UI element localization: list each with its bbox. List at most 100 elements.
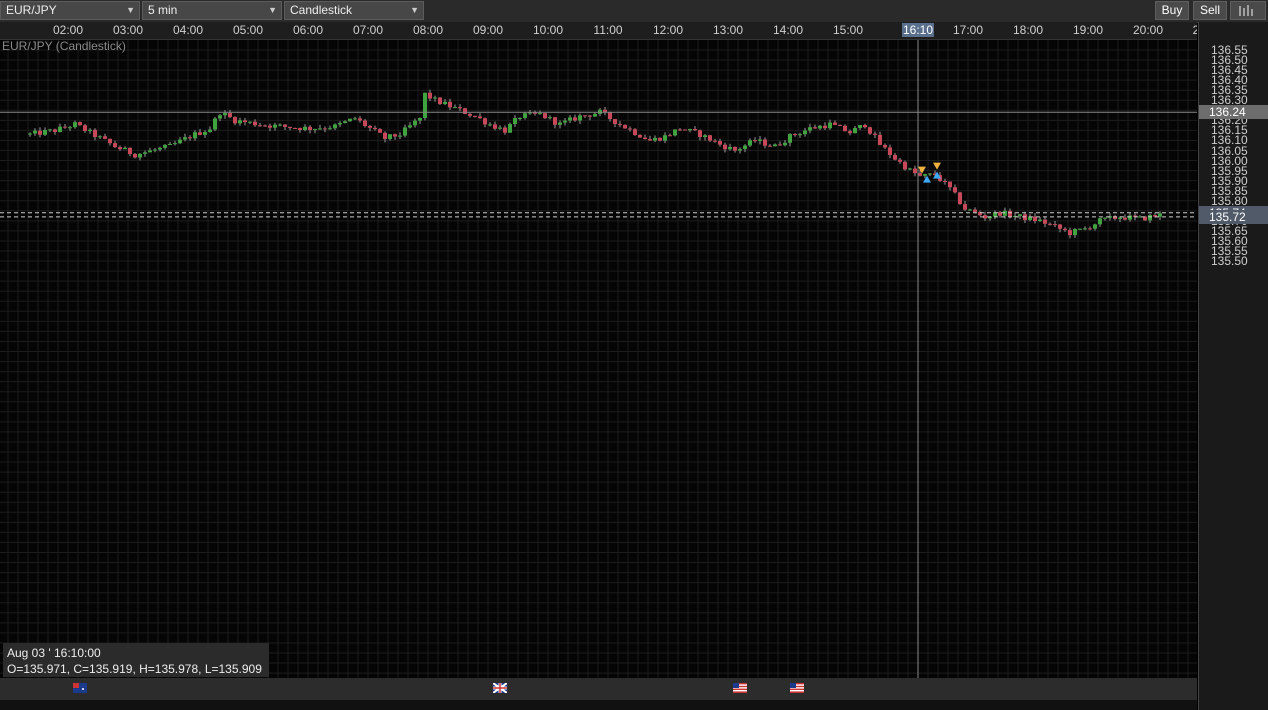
candle-body	[1128, 215, 1132, 220]
candle-body	[973, 209, 977, 213]
candle-body	[688, 128, 692, 131]
candle-body	[143, 152, 147, 154]
candle-body	[1018, 214, 1022, 216]
candle-body	[753, 140, 757, 142]
candle-body	[458, 107, 462, 109]
candle-body	[73, 122, 77, 128]
candle-body	[488, 124, 492, 126]
candle-body	[963, 204, 967, 210]
uk-flag-icon[interactable]	[493, 683, 507, 693]
candle-body	[118, 147, 122, 150]
candle-body	[308, 126, 312, 131]
candle-body	[608, 112, 612, 120]
ohlc-date: Aug 03 ' 16:10:00	[7, 646, 101, 660]
candlestick-chart[interactable]	[0, 0, 1197, 700]
indicators-button[interactable]	[1230, 1, 1266, 20]
candle-body	[878, 134, 882, 145]
candle-body	[203, 131, 207, 135]
candle-body	[1148, 215, 1152, 221]
candle-body	[48, 129, 52, 131]
candle-body	[793, 134, 797, 136]
candle-body	[898, 159, 902, 162]
candle-body	[873, 133, 877, 135]
ask-price-label: 135.72	[1199, 209, 1268, 224]
candle-body	[123, 147, 127, 150]
candle-body	[178, 139, 182, 144]
candle-body	[443, 101, 447, 105]
price-axis-label: 135.50	[1211, 254, 1248, 269]
candle-body	[338, 122, 342, 125]
candle-body	[908, 168, 912, 170]
candle-body	[948, 181, 952, 188]
candle-body	[1158, 213, 1162, 217]
candle-body	[188, 137, 192, 139]
crosshair-price-label: 136.24	[1199, 105, 1268, 120]
candle-body	[833, 122, 837, 125]
candle-body	[543, 113, 547, 119]
candle-body	[103, 136, 107, 139]
economic-events-bar	[0, 678, 1197, 700]
candle-body	[478, 116, 482, 119]
candle-body	[448, 101, 452, 108]
candle-body	[728, 146, 732, 150]
candle-body	[828, 122, 832, 129]
candle-body	[28, 133, 32, 135]
candle-body	[788, 134, 792, 143]
candle-body	[1038, 219, 1042, 222]
candle-body	[163, 144, 167, 148]
candle-body	[638, 134, 642, 138]
price-axis[interactable]: 136.55 136.50 136.45 136.40 136.35 136.30 136.…	[1198, 22, 1268, 710]
candle-body	[518, 117, 522, 119]
candle-body	[313, 129, 317, 131]
candle-body	[1088, 228, 1092, 230]
candle-body	[428, 92, 432, 99]
candle-body	[53, 129, 57, 133]
candle-body	[133, 154, 137, 158]
candle-body	[218, 115, 222, 119]
australia-flag-icon[interactable]	[73, 683, 87, 693]
candle-body	[703, 135, 707, 138]
candle-body	[588, 115, 592, 117]
candle-body	[348, 118, 352, 122]
candle-body	[473, 115, 477, 117]
candle-body	[238, 120, 242, 124]
candle-body	[673, 129, 677, 136]
candle-body	[113, 143, 117, 148]
candle-body	[553, 117, 557, 125]
candle-body	[953, 187, 957, 193]
candle-body	[1043, 219, 1047, 224]
candle-body	[548, 117, 552, 119]
candle-body	[233, 117, 237, 124]
candle-body	[903, 161, 907, 170]
candle-body	[1058, 224, 1062, 229]
candle-body	[213, 118, 217, 130]
us-flag-icon[interactable]	[733, 683, 747, 693]
candle-body	[398, 135, 402, 137]
candle-body	[403, 127, 407, 136]
candle-body	[923, 174, 927, 176]
us-flag-icon[interactable]	[790, 683, 804, 693]
candle-body	[1048, 223, 1052, 225]
candle-body	[1073, 229, 1077, 236]
candle-body	[573, 117, 577, 121]
candle-body	[183, 137, 187, 140]
candle-body	[468, 113, 472, 116]
candle-body	[463, 108, 467, 114]
candle-body	[633, 129, 637, 135]
candle-body	[168, 144, 172, 146]
candle-body	[868, 127, 872, 134]
candle-body	[538, 113, 542, 115]
candle-body	[78, 122, 82, 126]
horizontal-scrollbar[interactable]	[0, 700, 1197, 710]
candle-body	[438, 97, 442, 105]
candle-body	[618, 124, 622, 126]
candle-body	[1078, 228, 1082, 230]
candle-body	[413, 120, 417, 126]
candle-body	[38, 130, 42, 135]
candle-body	[303, 126, 307, 131]
candle-body	[783, 142, 787, 146]
candle-body	[838, 124, 842, 126]
candle-body	[198, 132, 202, 135]
candle-body	[58, 126, 62, 133]
sell-button[interactable]: Sell	[1193, 1, 1227, 20]
